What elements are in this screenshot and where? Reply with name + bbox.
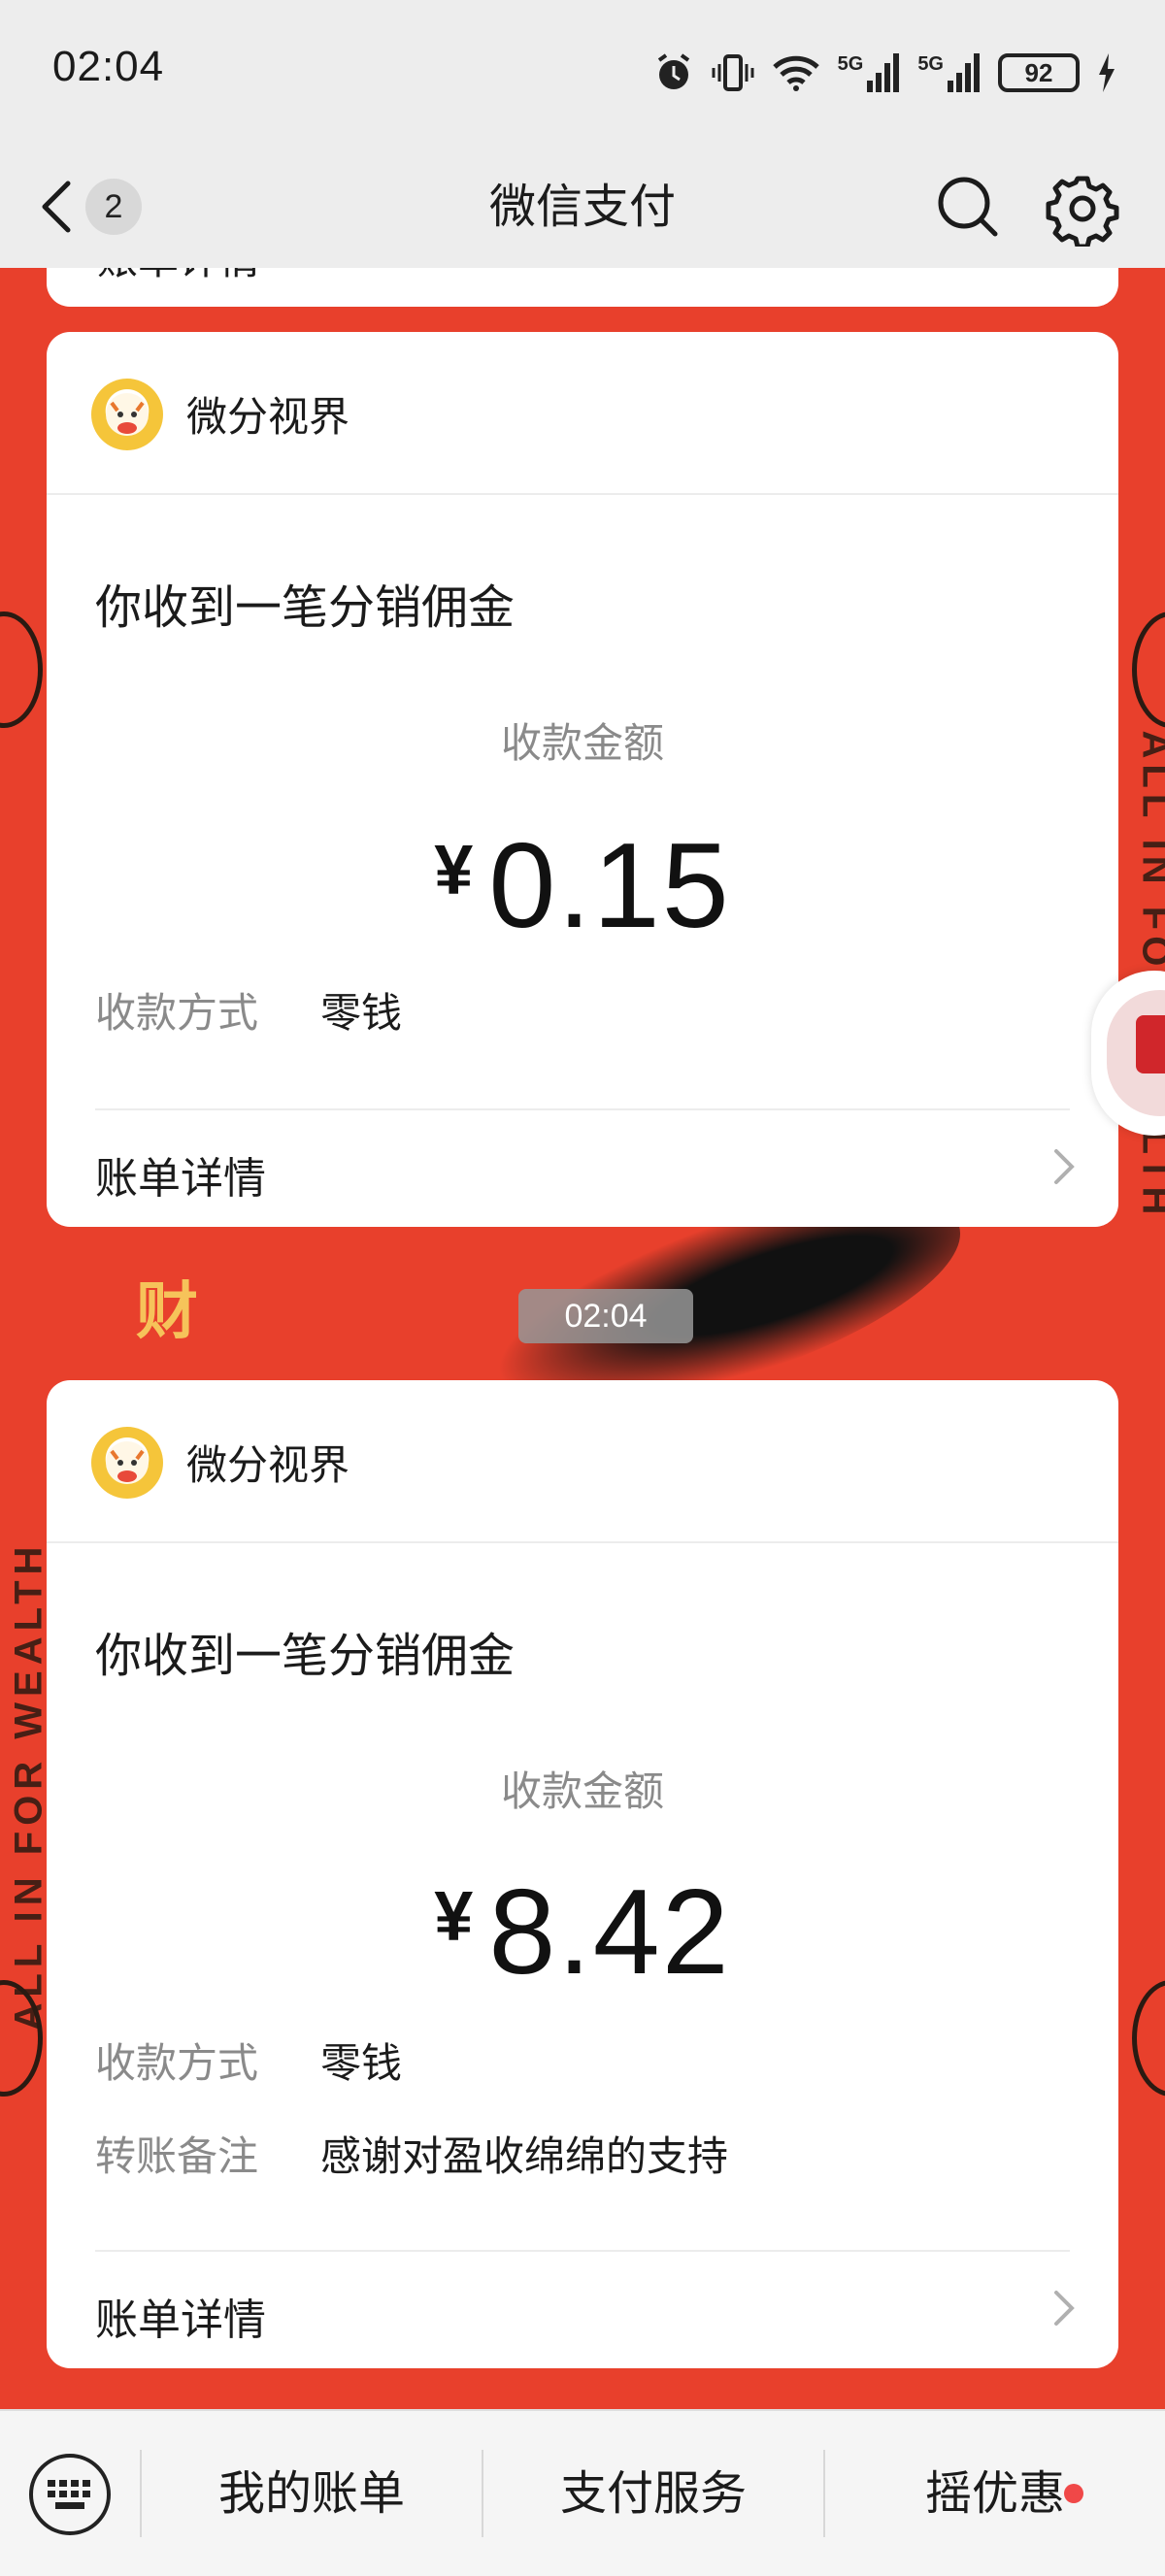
payment-method-label: 收款方式: [95, 2031, 258, 2090]
notice-title: 你收到一笔分销佣金: [95, 569, 515, 637]
settings-button[interactable]: [1045, 171, 1120, 247]
transfer-note-label: 转账备注: [95, 2124, 258, 2183]
network-type-label: 5G: [917, 53, 944, 76]
search-button[interactable]: [932, 171, 1004, 243]
lucky-cat-icon: [98, 385, 156, 444]
status-time: 02:04: [52, 43, 164, 91]
amount-number: 0.15: [488, 819, 730, 953]
menu-my-bills[interactable]: 我的账单: [142, 2411, 482, 2576]
amount-label: 收款金额: [47, 1759, 1118, 1818]
vibrate-icon: [712, 52, 754, 93]
payment-message-card[interactable]: 微分视界 你收到一笔分销佣金 收款金额 ¥0.15 收款方式 零钱 账单详情: [47, 332, 1118, 1227]
bill-detail-label: 账单详情: [95, 1143, 266, 1205]
card-header: 微分视界: [47, 1380, 1118, 1543]
amount-label: 收款金额: [47, 710, 1118, 770]
payment-method-value: 零钱: [320, 980, 402, 1040]
payment-message-card[interactable]: 微分视界 你收到一笔分销佣金 收款金额 ¥8.42 收款方式 零钱 转账备注 感…: [47, 1380, 1118, 2368]
lucky-cat-icon: [98, 1434, 156, 1492]
currency-symbol: ¥: [434, 832, 473, 909]
amount-value: ¥8.42: [47, 1864, 1118, 2001]
menu-payment-services[interactable]: 支付服务: [483, 2411, 823, 2576]
charging-bolt-icon: [1097, 53, 1116, 92]
chevron-right-icon: [1052, 2289, 1076, 2328]
status-bar: 02:04 5G 5G: [0, 0, 1165, 146]
promo-image: [1107, 990, 1165, 1116]
chevron-right-icon: [1052, 1147, 1076, 1186]
background-slogan-left: ALL IN FOR WEALTH: [8, 731, 51, 2031]
keyboard-toggle-button[interactable]: [29, 2454, 111, 2535]
payment-method-label: 收款方式: [95, 980, 258, 1040]
merchant-name: 微分视界: [186, 1433, 350, 1492]
signal-bars-icon: [946, 53, 981, 92]
keyboard-icon: [46, 2478, 94, 2511]
merchant-avatar: [91, 1427, 163, 1499]
bill-detail-link[interactable]: 账单详情: [47, 2252, 1118, 2368]
notification-dot: [1064, 2484, 1083, 2503]
currency-symbol: ¥: [434, 1878, 473, 1956]
unread-count-badge: 2: [85, 179, 142, 235]
wifi-icon: [772, 53, 820, 92]
chevron-left-icon: [39, 180, 74, 234]
notice-title: 你收到一笔分销佣金: [95, 1617, 515, 1685]
payment-method-value: 零钱: [320, 2031, 402, 2090]
nav-header-overlay: 2 微信支付: [0, 146, 1165, 268]
search-icon: [932, 171, 1004, 243]
network-type-label: 5G: [838, 53, 864, 76]
bottom-menu-bar: 我的账单 支付服务 摇优惠: [0, 2409, 1165, 2576]
alarm-icon: [653, 52, 694, 93]
card-header: 微分视界: [47, 332, 1118, 495]
status-icons: 5G 5G 92: [653, 49, 1116, 97]
amount-number: 8.42: [488, 1866, 730, 1999]
amount-value: ¥0.15: [47, 817, 1118, 955]
bill-detail-link[interactable]: 账单详情: [47, 1110, 1118, 1227]
menu-shake-offers[interactable]: 摇优惠: [825, 2411, 1165, 2576]
background-slogan-right: ALL IN FOR WEALTH: [1134, 731, 1165, 2031]
background-ornament: [1132, 611, 1165, 728]
merchant-avatar: [91, 379, 163, 450]
battery-indicator: 92: [998, 53, 1080, 92]
signal-bars-icon: [865, 53, 900, 92]
bill-detail-label: 账单详情: [95, 2285, 266, 2347]
signal-5g-2: 5G: [917, 53, 981, 92]
background-character: 财: [136, 1262, 198, 1351]
background-ornament: [0, 611, 43, 728]
gear-icon: [1045, 171, 1120, 247]
back-button[interactable]: 2: [39, 165, 165, 248]
battery-level: 92: [1025, 58, 1053, 88]
merchant-name: 微分视界: [186, 384, 350, 444]
signal-5g-1: 5G: [838, 53, 901, 92]
transfer-note-value: 感谢对盈收绵绵的支持: [320, 2124, 728, 2183]
message-time-badge: 02:04: [518, 1289, 693, 1343]
